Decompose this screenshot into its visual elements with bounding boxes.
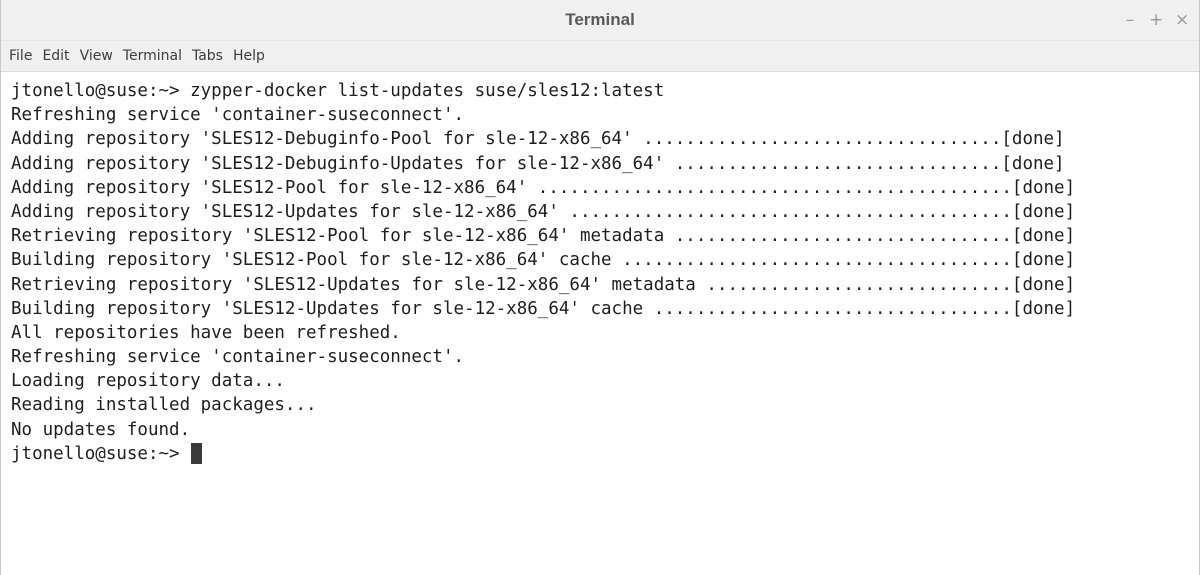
menu-file[interactable]: File: [4, 48, 37, 64]
terminal-window: Terminal – + × File Edit View Terminal T…: [0, 0, 1200, 575]
close-icon[interactable]: ×: [1175, 10, 1189, 30]
title-bar[interactable]: Terminal – + ×: [1, 0, 1199, 41]
terminal-line: Adding repository 'SLES12-Pool for sle-1…: [11, 177, 1076, 198]
menu-view[interactable]: View: [75, 48, 118, 64]
menu-tabs[interactable]: Tabs: [187, 48, 228, 64]
window-title: Terminal: [565, 10, 635, 29]
menu-bar: File Edit View Terminal Tabs Help: [1, 41, 1199, 72]
terminal-line: Adding repository 'SLES12-Updates for sl…: [11, 201, 1076, 222]
terminal-line: Building repository 'SLES12-Updates for …: [11, 298, 1076, 319]
prompt-line[interactable]: jtonello@suse:~>: [11, 442, 1198, 466]
terminal-line: Adding repository 'SLES12-Debuginfo-Pool…: [11, 129, 1065, 150]
terminal-line: Refreshing service 'container-suseconnec…: [11, 105, 465, 126]
terminal-line: Retrieving repository 'SLES12-Updates fo…: [11, 274, 1076, 295]
terminal-output[interactable]: jtonello@suse:~> zypper-docker list-upda…: [2, 72, 1198, 575]
text-cursor: [191, 443, 203, 465]
maximize-icon[interactable]: +: [1149, 10, 1163, 30]
terminal-line: Building repository 'SLES12-Pool for sle…: [11, 250, 1076, 271]
menu-help[interactable]: Help: [228, 48, 270, 64]
terminal-line: Adding repository 'SLES12-Debuginfo-Upda…: [11, 153, 1065, 174]
terminal-line: Loading repository data...: [11, 371, 285, 392]
terminal-line: jtonello@suse:~> zypper-docker list-upda…: [11, 81, 665, 101]
window-controls: – + ×: [1123, 0, 1190, 40]
terminal-line: Retrieving repository 'SLES12-Pool for s…: [11, 226, 1076, 247]
terminal-line: No updates found.: [11, 419, 191, 440]
menu-edit[interactable]: Edit: [37, 48, 74, 64]
minimize-icon[interactable]: –: [1123, 10, 1137, 30]
terminal-line: Refreshing service 'container-suseconnec…: [11, 347, 465, 368]
menu-terminal[interactable]: Terminal: [118, 48, 187, 64]
terminal-line: Reading installed packages...: [11, 395, 317, 416]
terminal-line: All repositories have been refreshed.: [11, 322, 401, 343]
shell-prompt: jtonello@suse:~>: [11, 443, 191, 464]
